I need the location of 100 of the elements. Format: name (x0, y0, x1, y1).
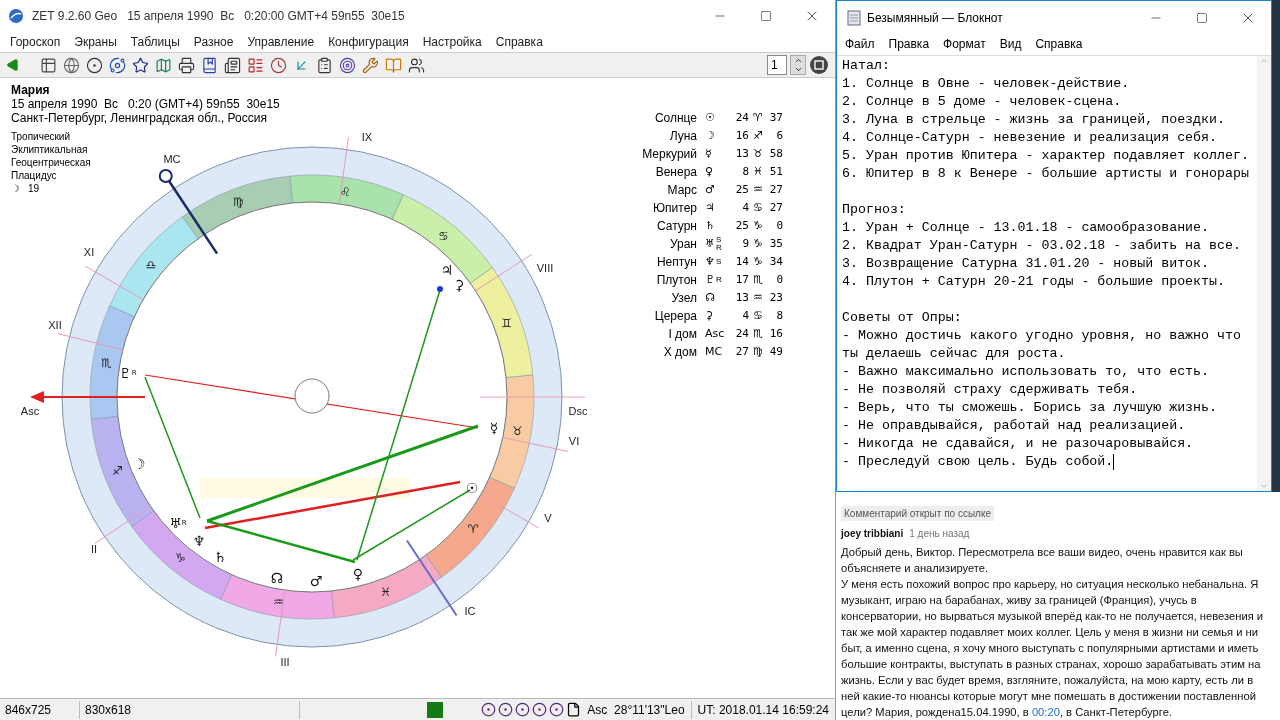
page-spin-field[interactable]: 1 (767, 55, 787, 75)
planet-name: Марс (666, 182, 697, 199)
sign-glyph: ♑ (752, 253, 764, 270)
sign-glyph: ♋ (438, 228, 450, 243)
round-button-icon[interactable] (809, 55, 829, 75)
map-icon[interactable] (155, 56, 172, 74)
planet-minutes: 35 (768, 235, 783, 252)
window-title: Безымянный — Блокнот (867, 10, 1003, 27)
table-icon[interactable] (40, 56, 57, 74)
menu-item[interactable]: Справка (495, 33, 543, 51)
timestamp-link[interactable]: 00:20 (1031, 706, 1060, 718)
chart-setting: Эклиптикальная (11, 143, 88, 156)
person-name: Мария (11, 83, 51, 97)
planet-glyph: ☽ (705, 127, 715, 144)
menu-item[interactable]: Экраны (74, 33, 117, 51)
sign-glyph: ♏ (101, 356, 113, 371)
scrollbar[interactable] (1257, 56, 1271, 491)
planet-minutes: 16 (768, 325, 783, 342)
clipboard-icon[interactable] (316, 56, 333, 74)
spin-buttons[interactable] (790, 55, 806, 75)
sign-glyph: ♈ (467, 521, 479, 536)
text-line: 2. Квадрат Уран-Сатурн - 03.02.18 - забить на все. (842, 237, 1241, 255)
app-logo-icon (8, 8, 24, 24)
comment-time[interactable]: 1 день назад (909, 527, 970, 541)
newspaper-icon[interactable] (224, 56, 241, 74)
menu-item[interactable]: Файл (845, 35, 875, 53)
comment-author[interactable]: joey tribbiani (841, 527, 904, 541)
clock-icon[interactable] (270, 56, 287, 74)
list-icon[interactable] (247, 56, 264, 74)
planet-degree: 24 (734, 325, 749, 342)
planet-name: Церера (653, 308, 697, 325)
house-cusp-line (338, 137, 349, 205)
menu-item[interactable]: Настройка (422, 33, 482, 51)
planet-minutes: 8 (775, 307, 783, 324)
menu-item[interactable]: Таблицы (130, 33, 180, 51)
page-icon[interactable] (566, 702, 582, 717)
planet-point (437, 286, 443, 292)
sign-glyph: ♓ (752, 163, 764, 180)
planet-degree: 17 (734, 271, 749, 288)
circle-icon[interactable] (481, 702, 497, 717)
printer-icon[interactable] (178, 56, 195, 74)
house-cusp-line (475, 253, 533, 292)
planet-minutes: 27 (768, 199, 783, 216)
circle-icon[interactable] (515, 702, 531, 717)
planet-glyph: ♀ (705, 163, 714, 180)
planet-name: Луна (668, 128, 697, 145)
planet-name: Юпитер (651, 200, 697, 217)
text-line: Натал: (842, 57, 890, 75)
text-cursor (1113, 454, 1115, 470)
menu-item[interactable]: Вид (999, 35, 1022, 53)
planet-glyph: ♅ (705, 235, 715, 252)
sign-glyph: ♉ (511, 423, 523, 438)
text-line: - Верь, что ты сможешь. Борись за лучшую жизнь. (842, 399, 1218, 417)
planet-glyph: ♃ (705, 199, 715, 216)
menu-item[interactable]: Справка (1035, 35, 1083, 53)
text-line: Советы от Опры: (842, 309, 962, 327)
book-icon[interactable] (385, 56, 402, 74)
planet-minutes: 27 (768, 181, 783, 198)
circle-icon[interactable] (86, 56, 103, 74)
menu-item[interactable]: Гороскоп (10, 33, 61, 51)
text-area[interactable] (837, 55, 1271, 491)
scroll-up-icon (1259, 56, 1269, 66)
text-line: - Важно максимально использовать то, что есть. (842, 363, 1210, 381)
planet-glyph: MC (705, 343, 723, 360)
planet-glyph: Asc (705, 325, 725, 342)
menu-item[interactable]: Конфигурация (328, 33, 409, 51)
moon-glyph: ☽ (11, 182, 20, 195)
planet-glyph: ♄ (213, 549, 227, 565)
planet-glyph: ♃ (440, 262, 454, 278)
circle-icon[interactable] (549, 702, 565, 717)
sign-glyph: ♒ (752, 289, 764, 306)
menu-item[interactable]: Управление (247, 33, 315, 51)
menu-item[interactable]: Формат (943, 35, 986, 53)
users-icon[interactable] (408, 56, 425, 74)
comment-text: Добрый день, Виктор. Пересмотрела все ваши видео, очень нравится как вы объясняете и анализируете. (841, 545, 1244, 576)
house-label: III (280, 656, 290, 668)
bookmark-icon[interactable] (201, 56, 218, 74)
circle-icon[interactable] (498, 702, 514, 717)
back-arrow-icon[interactable] (6, 58, 20, 72)
text-line: - Не позволяй страху сдерживать тебя. (842, 381, 1138, 399)
menu-item[interactable]: Правка (888, 35, 930, 53)
planet-minutes: 0 (775, 271, 783, 288)
maximize-icon (760, 10, 772, 22)
planet-minutes: 58 (768, 145, 783, 162)
orbit-icon[interactable] (109, 56, 126, 74)
house-label: VIII (536, 262, 554, 274)
globe-icon[interactable] (63, 56, 80, 74)
planet-degree: 14 (734, 253, 749, 270)
circle-icon[interactable] (532, 702, 548, 717)
wrench-icon[interactable] (362, 56, 379, 74)
text-line: 6. Юпитер в 8 к Венере - большие артисты и гонорары (842, 165, 1249, 183)
house-cusp-line (57, 333, 124, 351)
target-icon[interactable] (339, 56, 356, 74)
planet-degree: 24 (734, 109, 749, 126)
menu-item[interactable]: Разное (193, 33, 234, 51)
planet-glyph: ☊ (270, 570, 284, 586)
text-line: - Можно достичь какого угодно уровня, но важно что (842, 327, 1241, 345)
house-cusp-line (275, 589, 286, 657)
sign-glyph: ♑ (174, 551, 186, 566)
star-icon[interactable] (132, 56, 149, 74)
